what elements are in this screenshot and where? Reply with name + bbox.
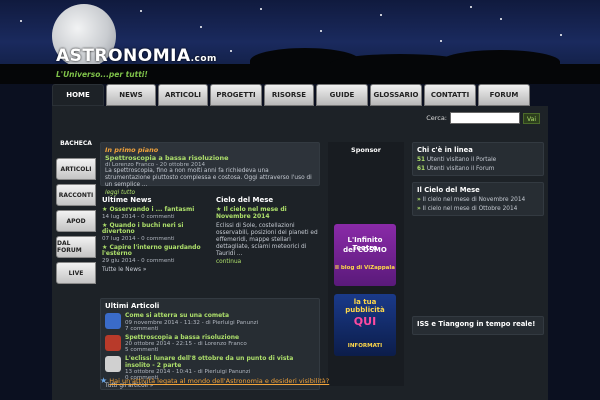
- ultimi-articoli-title: Ultimi Articoli: [105, 302, 160, 310]
- nav-contatti[interactable]: CONTATTI: [424, 84, 476, 106]
- article-comments: 7 commenti: [125, 325, 159, 332]
- article-thumbnail[interactable]: [105, 313, 121, 329]
- ultime-news-title: Ultime News: [102, 196, 152, 204]
- cielo-mese-title: Cielo del Mese: [216, 196, 274, 204]
- news-title[interactable]: Osservando i ... fantasmi: [102, 206, 210, 214]
- article-comments: 5 commenti: [125, 347, 159, 353]
- list-item: Il cielo nel mese di Novembre 2014: [216, 206, 320, 220]
- right-sidebar: Chi c'è in linea 51 Utenti visitano il P…: [412, 142, 544, 341]
- advertise-link[interactable]: Hai un'attività legata al mondo dell'Ast…: [109, 377, 329, 385]
- sponsor-column: Sponsor L'Infinito Teatro del COSMO Il b…: [328, 142, 404, 386]
- news-title[interactable]: Quando i buchi neri si divertono: [102, 222, 210, 236]
- list-item: Quando i buchi neri si divertono 07 lug …: [102, 222, 210, 242]
- online-title: Chi c'è in linea: [417, 146, 473, 154]
- star-decoration: [260, 8, 262, 10]
- article-title[interactable]: L'eclissi lunare dell'8 ottobre da un pu…: [125, 355, 315, 369]
- star-decoration: [440, 40, 442, 42]
- tab-racconti[interactable]: RACCONTI: [56, 184, 96, 206]
- site-logo[interactable]: ASTRONOMIA.com: [56, 46, 217, 66]
- nav-progetti[interactable]: PROGETTI: [210, 84, 262, 106]
- star-icon: ★: [100, 376, 108, 385]
- star-decoration: [20, 20, 22, 22]
- star-decoration: [140, 10, 142, 12]
- news-title[interactable]: Capire l'interno guardando l'esterno: [102, 244, 210, 258]
- nav-glossario[interactable]: GLOSSARIO: [370, 84, 422, 106]
- banner-text: pubblicità: [345, 306, 385, 314]
- article-thumbnail[interactable]: [105, 356, 121, 372]
- nav-news[interactable]: NEWS: [106, 84, 156, 106]
- site-header: ASTRONOMIA.com L'Universo...per tutti!: [0, 0, 600, 84]
- page-body: Cerca: Vai BACHECA ARTICOLI RACCONTI APO…: [52, 106, 548, 400]
- all-news-link[interactable]: Tutte le News »: [102, 267, 210, 274]
- primo-piano-text: La spettroscopia, fino a non molti anni …: [105, 168, 312, 188]
- online-row: 51 Utenti visitano il Portale: [417, 157, 497, 163]
- list-item[interactable]: » Il cielo nel mese di Ottobre 2014: [417, 206, 539, 212]
- iss-box: ISS e Tiangong in tempo reale!: [412, 316, 544, 335]
- tab-bacheca[interactable]: BACHECA: [56, 132, 96, 154]
- nav-home[interactable]: HOME: [52, 84, 104, 106]
- search-box: Cerca: Vai: [426, 112, 540, 124]
- cielo-right-title: Il Cielo del Mese: [417, 186, 480, 194]
- banner-text: Il blog di ViZappala: [335, 265, 395, 271]
- sponsor-banner-teatro[interactable]: L'Infinito Teatro del COSMO Il blog di V…: [334, 224, 396, 286]
- cielo-item-title[interactable]: Il cielo nel mese di Novembre 2014: [216, 206, 320, 220]
- sponsor-title: Sponsor: [351, 146, 381, 154]
- online-box: Chi c'è in linea 51 Utenti visitano il P…: [412, 142, 544, 176]
- list-item: Capire l'interno guardando l'esterno 29 …: [102, 244, 210, 264]
- list-item: Come si atterra su una cometa 09 novembr…: [105, 312, 315, 332]
- news-meta: 29 giu 2014 - 0 commenti: [102, 257, 175, 264]
- search-button[interactable]: Vai: [523, 112, 540, 124]
- bacheca-panel: In primo piano Spettroscopia a bassa ris…: [98, 132, 324, 390]
- news-meta: 14 lug 2014 - 0 commenti: [102, 213, 175, 220]
- list-item: Spettroscopia a bassa risoluzione 20 ott…: [105, 334, 315, 353]
- star-decoration: [320, 30, 322, 32]
- nav-forum[interactable]: FORUM: [478, 84, 530, 106]
- primo-piano-label: In primo piano: [105, 146, 159, 154]
- cielo-more-link[interactable]: continua: [216, 259, 241, 265]
- star-decoration: [560, 34, 562, 36]
- banner-text: la tua: [353, 298, 377, 306]
- advertise-link-row: ★ Hai un'attività legata al mondo dell'A…: [100, 376, 400, 385]
- online-row: 61 Utenti visitano il Forum: [417, 166, 495, 172]
- article-meta: 09 novembre 2014 - 11:32 - di Pierluigi …: [125, 319, 259, 326]
- tab-articoli[interactable]: ARTICOLI: [56, 158, 96, 180]
- star-decoration: [230, 50, 232, 52]
- cielo-text: Eclissi di Sole, costellazioni osservabi…: [216, 223, 318, 257]
- tab-live[interactable]: LIVE: [56, 262, 96, 284]
- news-meta: 07 lug 2014 - 0 commenti: [102, 235, 175, 242]
- main-nav: HOME NEWS ARTICOLI PROGETTI RISORSE GUID…: [52, 84, 548, 106]
- banner-text: QUI: [353, 315, 377, 328]
- star-decoration: [380, 14, 382, 16]
- star-decoration: [200, 26, 202, 28]
- banner-text: del COSMO: [343, 246, 387, 254]
- ultime-news: Ultime News Osservando i ... fantasmi 14…: [102, 196, 210, 274]
- nav-guide[interactable]: GUIDE: [316, 84, 368, 106]
- nav-articoli[interactable]: ARTICOLI: [158, 84, 208, 106]
- site-tagline: L'Universo...per tutti!: [56, 70, 148, 79]
- cielo-mese-box: Il Cielo del Mese » Il cielo nel mese di…: [412, 182, 544, 216]
- list-item[interactable]: » Il cielo nel mese di Novembre 2014: [417, 197, 539, 203]
- tab-dal-forum[interactable]: DAL FORUM: [56, 236, 96, 258]
- list-item: Osservando i ... fantasmi 14 lug 2014 - …: [102, 206, 210, 220]
- primo-piano-title[interactable]: Spettroscopia a bassa risoluzione: [105, 154, 315, 162]
- star-decoration: [470, 6, 472, 8]
- sponsor-banner-pubblicita[interactable]: la tua pubblicità QUI INFORMATI: [334, 294, 396, 356]
- tab-apod[interactable]: APOD: [56, 210, 96, 232]
- search-input[interactable]: [450, 112, 521, 124]
- banner-text: INFORMATI: [347, 343, 383, 349]
- search-label: Cerca:: [426, 114, 448, 122]
- nav-risorse[interactable]: RISORSE: [264, 84, 314, 106]
- iss-title: ISS e Tiangong in tempo reale!: [417, 320, 536, 328]
- article-thumbnail[interactable]: [105, 334, 121, 351]
- left-tabs: BACHECA ARTICOLI RACCONTI APOD DAL FORUM…: [56, 132, 98, 288]
- cielo-del-mese: Cielo del Mese Il cielo nel mese di Nove…: [216, 196, 320, 266]
- primo-piano-box: In primo piano Spettroscopia a bassa ris…: [100, 142, 320, 196]
- star-decoration: [500, 18, 502, 20]
